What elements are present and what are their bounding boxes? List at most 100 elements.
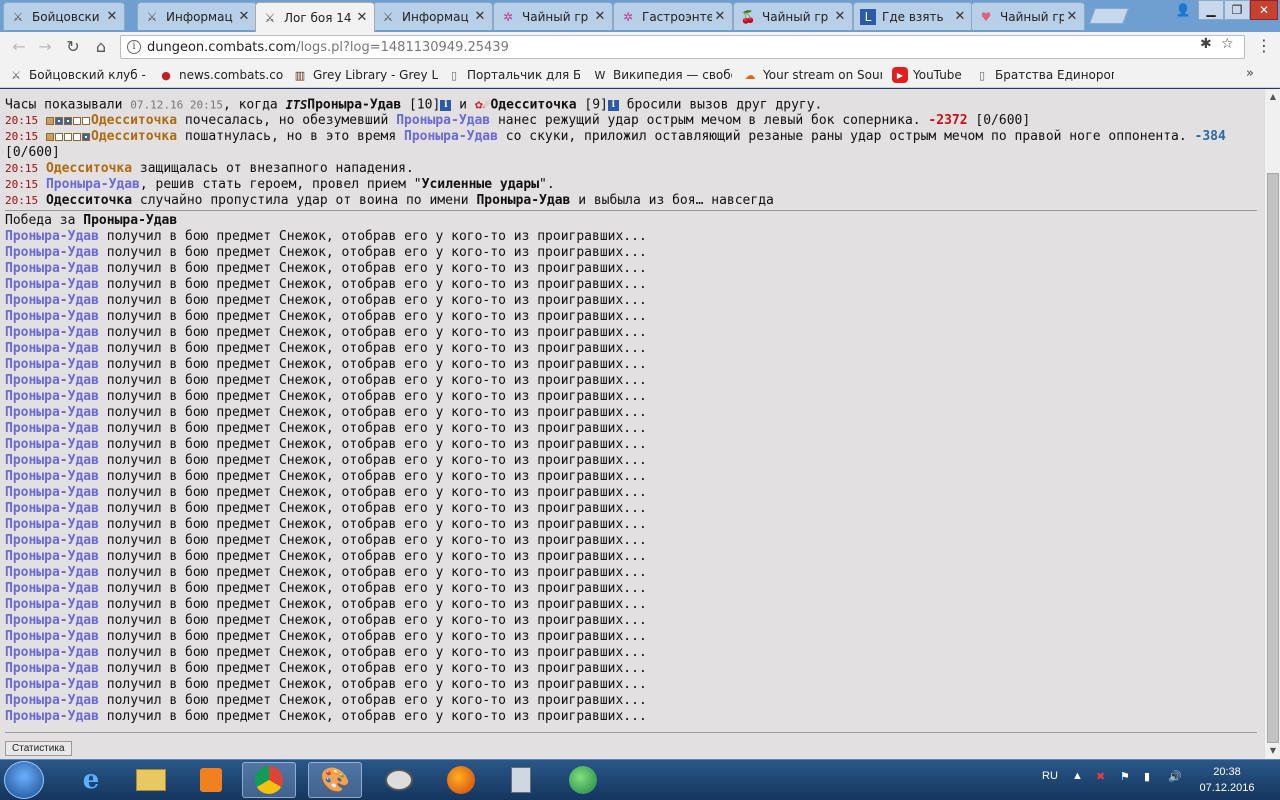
loot-player-name[interactable]: Проныра-Удав [5, 245, 99, 260]
loot-player-name[interactable]: Проныра-Удав [5, 469, 99, 484]
loot-player-name[interactable]: Проныра-Удав [5, 357, 99, 372]
tab-2[interactable]: ⚔ Лог боя 14 ✕ [255, 2, 375, 32]
player1-info-icon[interactable]: i [440, 99, 452, 111]
bookmark-item[interactable]: ▯ Портальчик для БКш [446, 67, 580, 83]
signal-icon[interactable]: ▮ [1144, 770, 1150, 783]
loot-player-name[interactable]: Проныра-Удав [5, 341, 99, 356]
bookmark-item[interactable]: ▥ Grey Library - Grey Lil [292, 67, 438, 83]
loot-player-name[interactable]: Проныра-Удав [5, 629, 99, 644]
user-icon[interactable]: 👤 [1170, 0, 1196, 20]
tab-4[interactable]: ✲ Чайный гр ✕ [493, 2, 613, 30]
bookmark-item[interactable]: ☁ Your stream on Sound [742, 67, 883, 83]
new-tab-button[interactable] [1089, 8, 1129, 24]
language-indicator[interactable]: RU [1042, 770, 1058, 782]
extension-icon[interactable]: ✱ [1200, 36, 1212, 52]
loot-player-name[interactable]: Проныра-Удав [5, 501, 99, 516]
loot-player-name[interactable]: Проныра-Удав [5, 229, 99, 244]
file-explorer-icon[interactable] [124, 762, 178, 798]
more-bookmarks-icon[interactable]: » [1246, 66, 1254, 81]
loot-player-name[interactable]: Проныра-Удав [5, 709, 99, 724]
tab-7[interactable]: L Где взять ✕ [853, 2, 973, 30]
start-button[interactable] [4, 761, 44, 799]
loot-player-name[interactable]: Проныра-Удав [5, 373, 99, 388]
action-center-icon[interactable]: ⚑ [1120, 770, 1130, 783]
tab-close-icon[interactable]: ✕ [104, 9, 120, 24]
scroll-thumb[interactable] [1267, 173, 1279, 743]
media-player-icon[interactable] [184, 762, 238, 798]
calculator-icon[interactable] [494, 762, 548, 798]
tab-5[interactable]: ✲ Гастроэнте ✕ [613, 2, 733, 30]
tab-1[interactable]: ⚔ Информац ✕ [137, 2, 257, 30]
loot-player-name[interactable]: Проныра-Удав [5, 533, 99, 548]
tab-close-icon[interactable]: ✕ [1064, 9, 1080, 24]
internet-explorer-icon[interactable]: e [64, 762, 118, 798]
loot-player-name[interactable]: Проныра-Удав [5, 613, 99, 628]
bookmark-item[interactable]: W Википедия — свобод [592, 67, 732, 83]
tab-close-icon[interactable]: ✕ [592, 9, 608, 24]
tab-close-icon[interactable]: ✕ [354, 10, 370, 25]
scroll-up-arrow-icon[interactable]: ▲ [1265, 89, 1280, 105]
tab-close-icon[interactable]: ✕ [832, 9, 848, 24]
loot-player-name[interactable]: Проныра-Удав [5, 261, 99, 276]
loot-player-name[interactable]: Проныра-Удав [5, 581, 99, 596]
loot-player-name[interactable]: Проныра-Удав [5, 485, 99, 500]
bookmark-item[interactable]: ▶ YouTube [892, 67, 966, 83]
tab-strip: ⚔ Бойцовски ✕ ⚔ Информац ✕ ⚔ Лог боя 14 ✕ ⚔ Информ… [0, 0, 1280, 32]
minimize-button[interactable]: ▁ [1198, 0, 1224, 20]
loot-player-name[interactable]: Проныра-Удав [5, 277, 99, 292]
globe-app-icon[interactable] [556, 762, 610, 798]
loot-player-name[interactable]: Проныра-Удав [5, 517, 99, 532]
loot-player-name[interactable]: Проныра-Удав [5, 293, 99, 308]
home-button[interactable]: ⌂ [90, 37, 112, 57]
chrome-menu-icon[interactable]: ⋮ [1256, 38, 1272, 54]
loot-player-name[interactable]: Проныра-Удав [5, 325, 99, 340]
close-window-button[interactable]: ✕ [1250, 0, 1278, 20]
tab-close-icon[interactable]: ✕ [712, 9, 728, 24]
loot-player-name[interactable]: Проныра-Удав [5, 661, 99, 676]
vertical-scrollbar[interactable]: ▲ ▼ [1264, 89, 1280, 759]
tab-3[interactable]: ⚔ Информац ✕ [373, 2, 493, 30]
loot-player-name[interactable]: Проныра-Удав [5, 597, 99, 612]
chrome-icon[interactable] [242, 762, 296, 798]
network-error-icon[interactable]: ✖ [1096, 770, 1105, 783]
loot-player-name[interactable]: Проныра-Удав [5, 565, 99, 580]
loot-player-name[interactable]: Проныра-Удав [5, 389, 99, 404]
maximize-button[interactable]: ❐ [1224, 0, 1250, 20]
volume-icon[interactable]: 🔊 [1168, 770, 1182, 783]
player2-name[interactable]: Одесситочка [490, 98, 576, 113]
address-bar[interactable]: i dungeon.combats.com/logs.pl?log=148113… [120, 35, 1245, 59]
bookmark-star-icon[interactable]: ☆ [1221, 36, 1234, 52]
site-info-icon[interactable]: i [127, 40, 141, 54]
scroll-down-arrow-icon[interactable]: ▼ [1265, 743, 1280, 759]
loot-player-name[interactable]: Проныра-Удав [5, 693, 99, 708]
tab-0[interactable]: ⚔ Бойцовски ✕ [3, 2, 125, 30]
tab-6[interactable]: 🍒 Чайный гр ✕ [733, 2, 853, 30]
loot-player-name[interactable]: Проныра-Удав [5, 453, 99, 468]
reload-button[interactable]: ↻ [62, 37, 84, 57]
loot-player-name[interactable]: Проныра-Удав [5, 645, 99, 660]
player2-info-icon[interactable]: i [607, 99, 619, 111]
bookmark-item[interactable]: ▯ Братства Единорога! [974, 67, 1114, 83]
show-hidden-icons-icon[interactable]: ▲ [1072, 770, 1083, 782]
loot-player-name[interactable]: Проныра-Удав [5, 309, 99, 324]
disk-app-icon[interactable] [372, 762, 426, 798]
loot-player-name[interactable]: Проныра-Удав [5, 421, 99, 436]
loot-player-name[interactable]: Проныра-Удав [5, 405, 99, 420]
loot-player-name[interactable]: Проныра-Удав [5, 677, 99, 692]
tab-close-icon[interactable]: ✕ [472, 9, 488, 24]
bookmark-item[interactable]: ● news.combats.com [158, 67, 284, 83]
system-clock[interactable]: 20:38 07.12.2016 [1192, 764, 1262, 796]
tab-close-icon[interactable]: ✕ [952, 9, 968, 24]
tab-close-icon[interactable]: ✕ [236, 9, 252, 24]
forward-button[interactable]: → [34, 37, 56, 57]
statistics-button[interactable]: Статистика [5, 741, 72, 756]
firefox-icon[interactable] [434, 762, 488, 798]
back-button[interactable]: ← [8, 37, 30, 57]
tab-8[interactable]: ♥ Чайный гр ✕ [971, 2, 1085, 30]
loot-line: Проныра-Удав получил в бою предмет Снежо… [5, 373, 647, 389]
paint-icon[interactable]: 🎨 [308, 762, 362, 798]
loot-player-name[interactable]: Проныра-Удав [5, 437, 99, 452]
loot-player-name[interactable]: Проныра-Удав [5, 549, 99, 564]
bookmark-item[interactable]: ⚔ Бойцовский клуб - о [8, 67, 148, 83]
player1-name[interactable]: Проныра-Удав [307, 98, 401, 113]
